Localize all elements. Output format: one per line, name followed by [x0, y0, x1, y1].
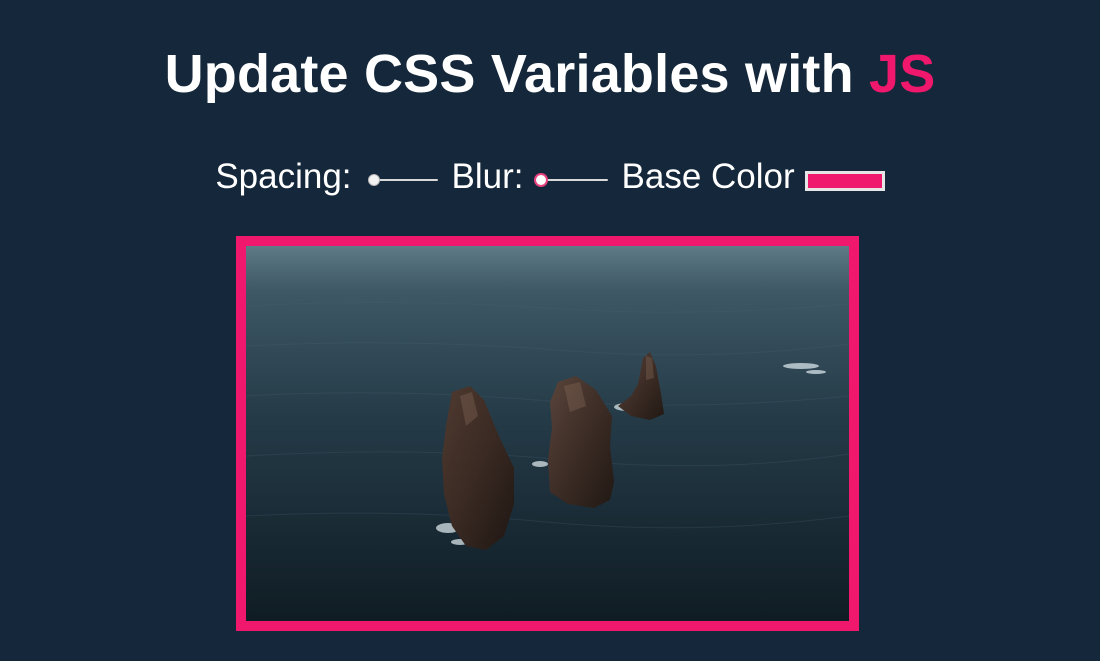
- sea-rocks-image: [246, 246, 849, 621]
- blur-slider-track: [537, 179, 608, 181]
- page: Update CSS Variables with JS Spacing: Bl…: [0, 0, 1100, 661]
- spacing-slider[interactable]: [366, 172, 440, 188]
- controls-bar: Spacing: Blur: Base Color: [0, 154, 1100, 200]
- base-color-picker[interactable]: [804, 171, 885, 191]
- title-text: Update CSS Variables with: [164, 44, 869, 104]
- sea-surface: [246, 246, 849, 621]
- photo-frame: [236, 236, 859, 631]
- page-title: Update CSS Variables with JS: [0, 36, 1100, 112]
- blur-slider-thumb[interactable]: [535, 175, 546, 185]
- blur-slider[interactable]: [535, 172, 610, 188]
- spacing-label: Spacing:: [215, 157, 352, 196]
- title-highlight: JS: [868, 44, 936, 104]
- base-color-label: Base Color: [621, 157, 795, 196]
- blur-label: Blur:: [451, 157, 524, 196]
- spacing-slider-thumb[interactable]: [368, 175, 379, 185]
